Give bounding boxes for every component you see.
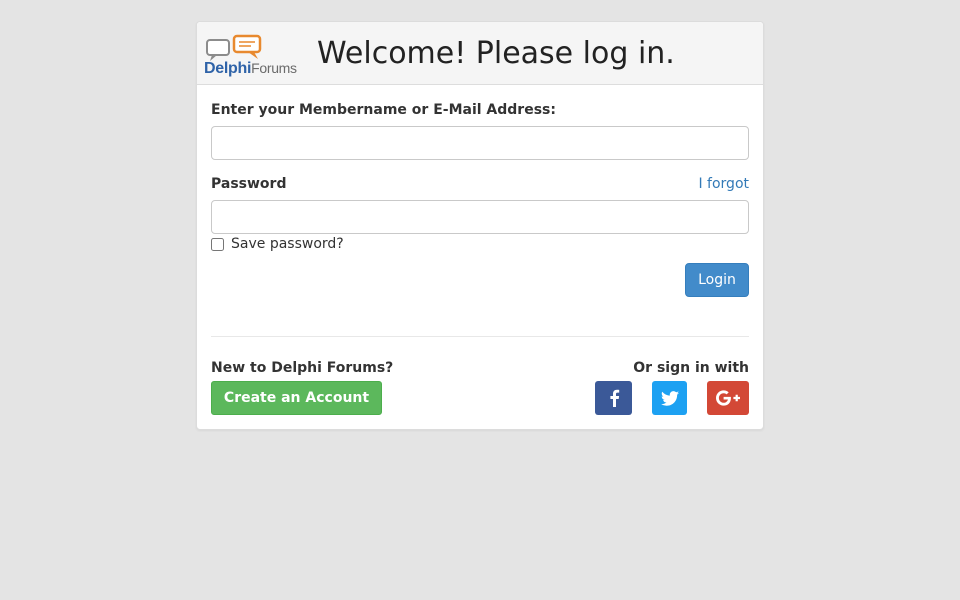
facebook-icon (609, 389, 619, 407)
login-card: DelphiForums Welcome! Please log in. Ent… (196, 21, 764, 430)
logo-text-secondary: Forums (251, 60, 297, 76)
facebook-signin-button[interactable] (595, 381, 632, 415)
twitter-icon (660, 390, 679, 406)
section-divider (211, 336, 749, 337)
password-label: Password (211, 176, 287, 192)
google-plus-icon (716, 390, 740, 406)
membername-input[interactable] (211, 126, 749, 160)
social-signin-label: Or sign in with (633, 360, 749, 376)
save-password-row: Save password? (211, 236, 344, 252)
twitter-signin-button[interactable] (652, 381, 687, 415)
card-header: DelphiForums Welcome! Please log in. (197, 22, 763, 85)
membername-label: Enter your Membername or E-Mail Address: (211, 102, 556, 118)
logo-wordmark: DelphiForums (204, 60, 297, 78)
save-password-label[interactable]: Save password? (231, 236, 344, 252)
delphi-forums-logo[interactable]: DelphiForums (204, 34, 312, 80)
password-input[interactable] (211, 200, 749, 234)
new-to-forums-label: New to Delphi Forums? (211, 360, 394, 376)
forgot-password-link[interactable]: I forgot (698, 176, 749, 192)
page-title: Welcome! Please log in. (317, 36, 675, 71)
login-button[interactable]: Login (685, 263, 749, 297)
save-password-checkbox[interactable] (211, 237, 224, 251)
google-plus-signin-button[interactable] (707, 381, 749, 415)
create-account-button[interactable]: Create an Account (211, 381, 382, 415)
logo-text-primary: Delphi (204, 60, 252, 77)
